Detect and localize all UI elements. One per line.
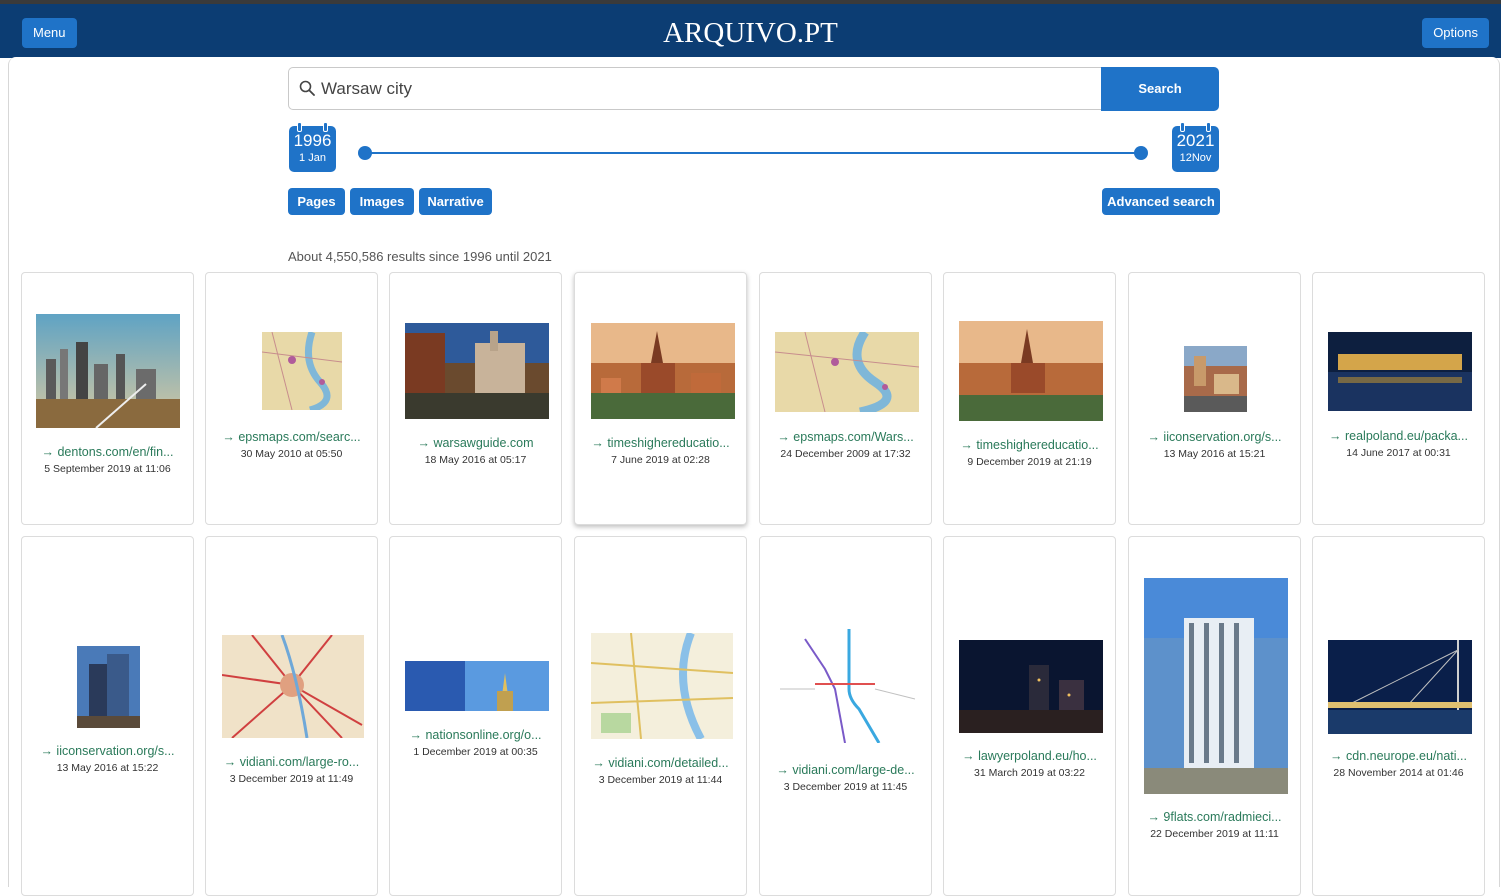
result-card[interactable]: → epsmaps.com/Wars... 24 December 2009 a… [759,272,932,525]
result-date: 30 May 2010 at 05:50 [240,448,343,460]
result-url[interactable]: → lawyerpoland.eu/ho... [944,749,1115,763]
result-date: 3 December 2019 at 11:45 [783,781,908,793]
result-card[interactable]: → timeshighereducatio... 7 June 2019 at … [574,272,747,525]
result-date: 22 December 2019 at 11:11 [1150,828,1279,840]
search-input[interactable]: Warsaw city [288,67,1101,110]
result-date: 14 June 2017 at 00:31 [1346,447,1451,459]
result-thumbnail[interactable] [36,314,180,428]
result-thumbnail[interactable] [1144,578,1288,794]
top-bar: Menu ARQUIVO.PT Options [0,0,1501,58]
result-url[interactable]: → nationsonline.org/o... [390,728,561,742]
result-thumbnail[interactable] [262,332,342,410]
result-card[interactable]: → vidiani.com/detailed... 3 December 201… [574,536,747,896]
result-card[interactable]: → timeshighereducatio... 9 December 2019… [943,272,1116,525]
result-date: 1 December 2019 at 00:35 [413,746,538,758]
result-thumbnail[interactable] [1328,640,1472,734]
result-thumbnail[interactable] [775,332,919,412]
result-card[interactable]: → iiconservation.org/s... 13 May 2016 at… [1128,272,1301,525]
result-card[interactable]: → warsawguide.com 18 May 2016 at 05:17 [389,272,562,525]
result-card[interactable]: → realpoland.eu/packa... 14 June 2017 at… [1312,272,1485,525]
end-date-handle[interactable] [1134,146,1148,160]
result-url[interactable]: → timeshighereducatio... [944,438,1115,452]
result-card[interactable]: → iiconservation.org/s... 13 May 2016 at… [21,536,194,896]
result-card[interactable]: → vidiani.com/large-de... 3 December 201… [759,536,932,896]
result-url[interactable]: → iiconservation.org/s... [1129,430,1300,444]
result-url[interactable]: → vidiani.com/large-ro... [206,755,377,769]
search-button[interactable]: Search [1101,67,1219,111]
result-url[interactable]: → realpoland.eu/packa... [1313,429,1484,443]
result-card[interactable]: → dentons.com/en/fin... 5 September 2019… [21,272,194,525]
calendar-ring-icon [1180,122,1185,132]
result-date: 7 June 2019 at 02:28 [611,454,710,466]
start-year: 1996 [293,131,332,150]
result-thumbnail[interactable] [1184,346,1247,412]
start-date-picker[interactable]: 1996 1 Jan [289,122,336,172]
result-url[interactable]: → vidiani.com/large-de... [760,763,931,777]
calendar-ring-icon [1206,122,1211,132]
calendar-ring-icon [323,122,328,132]
result-date: 28 November 2014 at 01:46 [1333,767,1464,779]
search-query-text: Warsaw city [321,79,412,98]
result-thumbnail[interactable] [959,321,1103,421]
tab-narrative[interactable]: Narrative [419,188,492,215]
result-thumbnail[interactable] [1328,332,1472,411]
result-url[interactable]: → epsmaps.com/searc... [206,430,377,444]
tab-pages[interactable]: Pages [288,188,345,215]
start-day-month: 1 Jan [299,152,326,164]
result-card[interactable]: → vidiani.com/large-ro... 3 December 201… [205,536,378,896]
result-thumbnail[interactable] [405,323,549,419]
result-date: 5 September 2019 at 11:06 [44,463,171,475]
start-date-handle[interactable] [358,146,372,160]
end-date-picker[interactable]: 2021 12Nov [1172,122,1219,172]
results-count: About 4,550,586 results since 1996 until… [288,249,552,264]
result-url[interactable]: → epsmaps.com/Wars... [760,430,931,444]
result-thumbnail[interactable] [405,661,549,711]
result-date: 31 March 2019 at 03:22 [974,767,1085,779]
result-thumbnail[interactable] [959,640,1103,733]
advanced-search-button[interactable]: Advanced search [1102,188,1220,215]
result-thumbnail[interactable] [775,629,919,743]
options-button[interactable]: Options [1422,18,1489,48]
calendar-ring-icon [297,122,302,132]
result-card[interactable]: → lawyerpoland.eu/ho... 31 March 2019 at… [943,536,1116,896]
result-date: 3 December 2019 at 11:49 [229,773,354,785]
site-logo[interactable]: ARQUIVO.PT [0,17,1501,50]
result-card[interactable]: → epsmaps.com/searc... 30 May 2010 at 05… [205,272,378,525]
result-thumbnail[interactable] [591,633,733,739]
search-icon [299,80,315,96]
end-day-month: 12Nov [1179,152,1212,164]
result-card[interactable]: → cdn.neurope.eu/nati... 28 November 201… [1312,536,1485,896]
result-thumbnail[interactable] [591,323,735,419]
result-url[interactable]: → warsawguide.com [390,436,561,450]
result-card[interactable]: → nationsonline.org/o... 1 December 2019… [389,536,562,896]
result-thumbnail[interactable] [77,646,140,728]
tab-images[interactable]: Images [350,188,414,215]
result-url[interactable]: → cdn.neurope.eu/nati... [1313,749,1484,763]
result-url[interactable]: → iiconservation.org/s... [22,744,193,758]
result-card[interactable]: → 9flats.com/radmieci... 22 December 201… [1128,536,1301,896]
result-url[interactable]: → dentons.com/en/fin... [22,445,193,459]
result-date: 13 May 2016 at 15:21 [1163,448,1266,460]
end-year: 2021 [1176,131,1215,150]
result-date: 9 December 2019 at 21:19 [967,456,1092,468]
result-url[interactable]: → 9flats.com/radmieci... [1129,810,1300,824]
result-url[interactable]: → timeshighereducatio... [575,436,746,450]
result-date: 18 May 2016 at 05:17 [424,454,527,466]
result-thumbnail[interactable] [222,635,364,738]
result-date: 13 May 2016 at 15:22 [56,762,159,774]
date-range-track[interactable] [365,152,1141,154]
result-date: 24 December 2009 at 17:32 [780,448,911,460]
result-date: 3 December 2019 at 11:44 [598,774,723,786]
result-url[interactable]: → vidiani.com/detailed... [575,756,746,770]
